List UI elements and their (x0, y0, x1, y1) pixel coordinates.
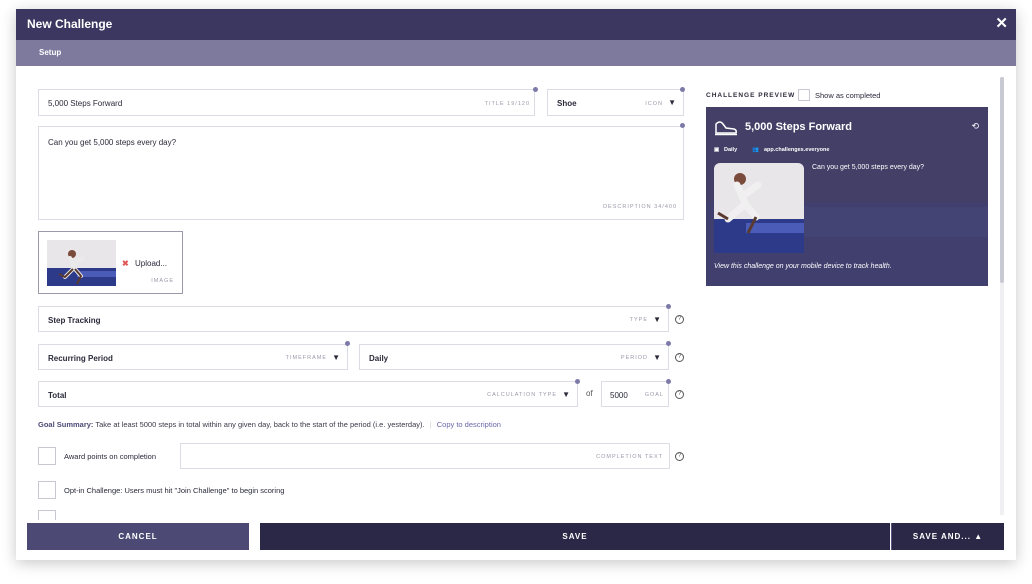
field-indicator-dot (680, 123, 685, 128)
award-points-label: Award points on completion (64, 452, 156, 461)
refresh-icon[interactable]: ⟲ (971, 121, 979, 132)
award-points-checkbox[interactable] (38, 447, 56, 465)
caret-down-icon: ▼ (653, 315, 661, 324)
preview-background-image (706, 107, 988, 286)
calc-value: Total (48, 391, 67, 400)
field-indicator-dot (666, 304, 671, 309)
description-value: Can you get 5,000 steps every day? (48, 138, 177, 147)
type-tag: TYPE (629, 317, 648, 323)
close-icon[interactable]: ✕ (995, 14, 1008, 32)
calculation-type-select[interactable]: Total CALCULATION TYPE ▼ (38, 381, 578, 407)
description-field[interactable]: Can you get 5,000 steps every day? DESCR… (38, 126, 684, 220)
icon-value: Shoe (557, 99, 577, 108)
field-indicator-dot (666, 379, 671, 384)
preview-period: Daily (724, 147, 738, 153)
field-indicator-dot (666, 341, 671, 346)
field-indicator-dot (680, 87, 685, 92)
tab-setup[interactable]: Setup (39, 48, 61, 57)
extra-checkbox[interactable] (38, 510, 56, 520)
timeframe-value: Recurring Period (48, 354, 113, 363)
remove-icon[interactable]: ✖ (122, 259, 129, 268)
opt-in-checkbox[interactable] (38, 481, 56, 499)
timeframe-tag: TIMEFRAME (285, 355, 327, 361)
period-tag: PERIOD (620, 355, 648, 361)
new-challenge-modal: New Challenge ✕ Setup 5,000 Steps Forwar… (16, 9, 1016, 560)
period-select[interactable]: Daily PERIOD ▼ (359, 344, 669, 370)
form-area: 5,000 Steps Forward TITLE 19/120 Shoe IC… (16, 66, 1016, 520)
save-button[interactable]: SAVE (260, 523, 890, 550)
modal-header: New Challenge ✕ (16, 9, 1016, 40)
scrollbar-thumb[interactable] (1000, 77, 1004, 283)
shoe-icon (715, 121, 737, 136)
upload-label[interactable]: Upload... (135, 259, 167, 268)
challenge-preview-card: 5,000 Steps Forward ⟲ ▣ Daily 👥 app.chal… (706, 107, 988, 286)
preview-description: Can you get 5,000 steps every day? (812, 164, 925, 171)
challenge-preview-heading: CHALLENGE PREVIEW (706, 92, 796, 99)
help-icon[interactable]: ? (675, 353, 684, 362)
type-value: Step Tracking (48, 316, 101, 325)
modal-title: New Challenge (27, 17, 113, 31)
timeframe-select[interactable]: Recurring Period TIMEFRAME ▼ (38, 344, 348, 370)
icon-tag: ICON (645, 101, 663, 107)
caret-down-icon: ▼ (668, 98, 676, 107)
caret-down-icon: ▼ (653, 353, 661, 362)
completion-tag: COMPLETION TEXT (596, 454, 663, 460)
help-icon[interactable]: ? (675, 452, 684, 461)
preview-audience: app.challenges.everyone (764, 147, 830, 153)
show-completed-checkbox[interactable] (798, 89, 810, 101)
goal-value: 5000 (610, 391, 628, 400)
calendar-icon: ▣ (714, 147, 720, 153)
preview-footer: View this challenge on your mobile devic… (714, 263, 892, 270)
goal-input[interactable]: 5000 GOAL (601, 381, 669, 407)
cancel-button[interactable]: CANCEL (27, 523, 249, 550)
preview-title: 5,000 Steps Forward (745, 121, 852, 133)
image-thumbnail (47, 240, 116, 286)
icon-select[interactable]: Shoe ICON ▼ (547, 89, 684, 116)
show-completed-label: Show as completed (815, 91, 881, 100)
type-select[interactable]: Step Tracking TYPE ▼ (38, 306, 669, 332)
image-upload[interactable]: ✖ Upload... IMAGE (38, 231, 183, 294)
people-icon: 👥 (752, 147, 759, 153)
goal-summary-text: Take at least 5000 steps in total within… (95, 420, 425, 429)
field-indicator-dot (575, 379, 580, 384)
title-counter: TITLE 19/120 (484, 101, 530, 107)
title-value: 5,000 Steps Forward (48, 99, 123, 108)
save-and-button[interactable]: SAVE AND... ▲ (891, 523, 1004, 550)
calc-tag: CALCULATION TYPE (487, 392, 557, 398)
goal-summary-label: Goal Summary: (38, 420, 94, 429)
tab-bar: Setup (16, 40, 1016, 66)
of-label: of (586, 389, 593, 398)
goal-summary: Goal Summary: Take at least 5000 steps i… (38, 420, 501, 429)
image-tag: IMAGE (151, 278, 174, 284)
help-icon[interactable]: ? (675, 390, 684, 399)
field-indicator-dot (533, 87, 538, 92)
completion-text-field[interactable]: COMPLETION TEXT (180, 443, 670, 469)
scrollbar[interactable] (1000, 77, 1004, 515)
help-icon[interactable]: ? (675, 315, 684, 324)
title-field[interactable]: 5,000 Steps Forward TITLE 19/120 (38, 89, 535, 116)
period-value: Daily (369, 354, 389, 363)
goal-tag: GOAL (644, 392, 664, 398)
copy-to-description-link[interactable]: Copy to description (437, 420, 501, 429)
caret-down-icon: ▼ (562, 390, 570, 399)
field-indicator-dot (345, 341, 350, 346)
description-counter: DESCRIPTION 34/400 (603, 204, 677, 210)
caret-down-icon: ▼ (332, 353, 340, 362)
opt-in-label: Opt-in Challenge: Users must hit "Join C… (64, 486, 285, 495)
